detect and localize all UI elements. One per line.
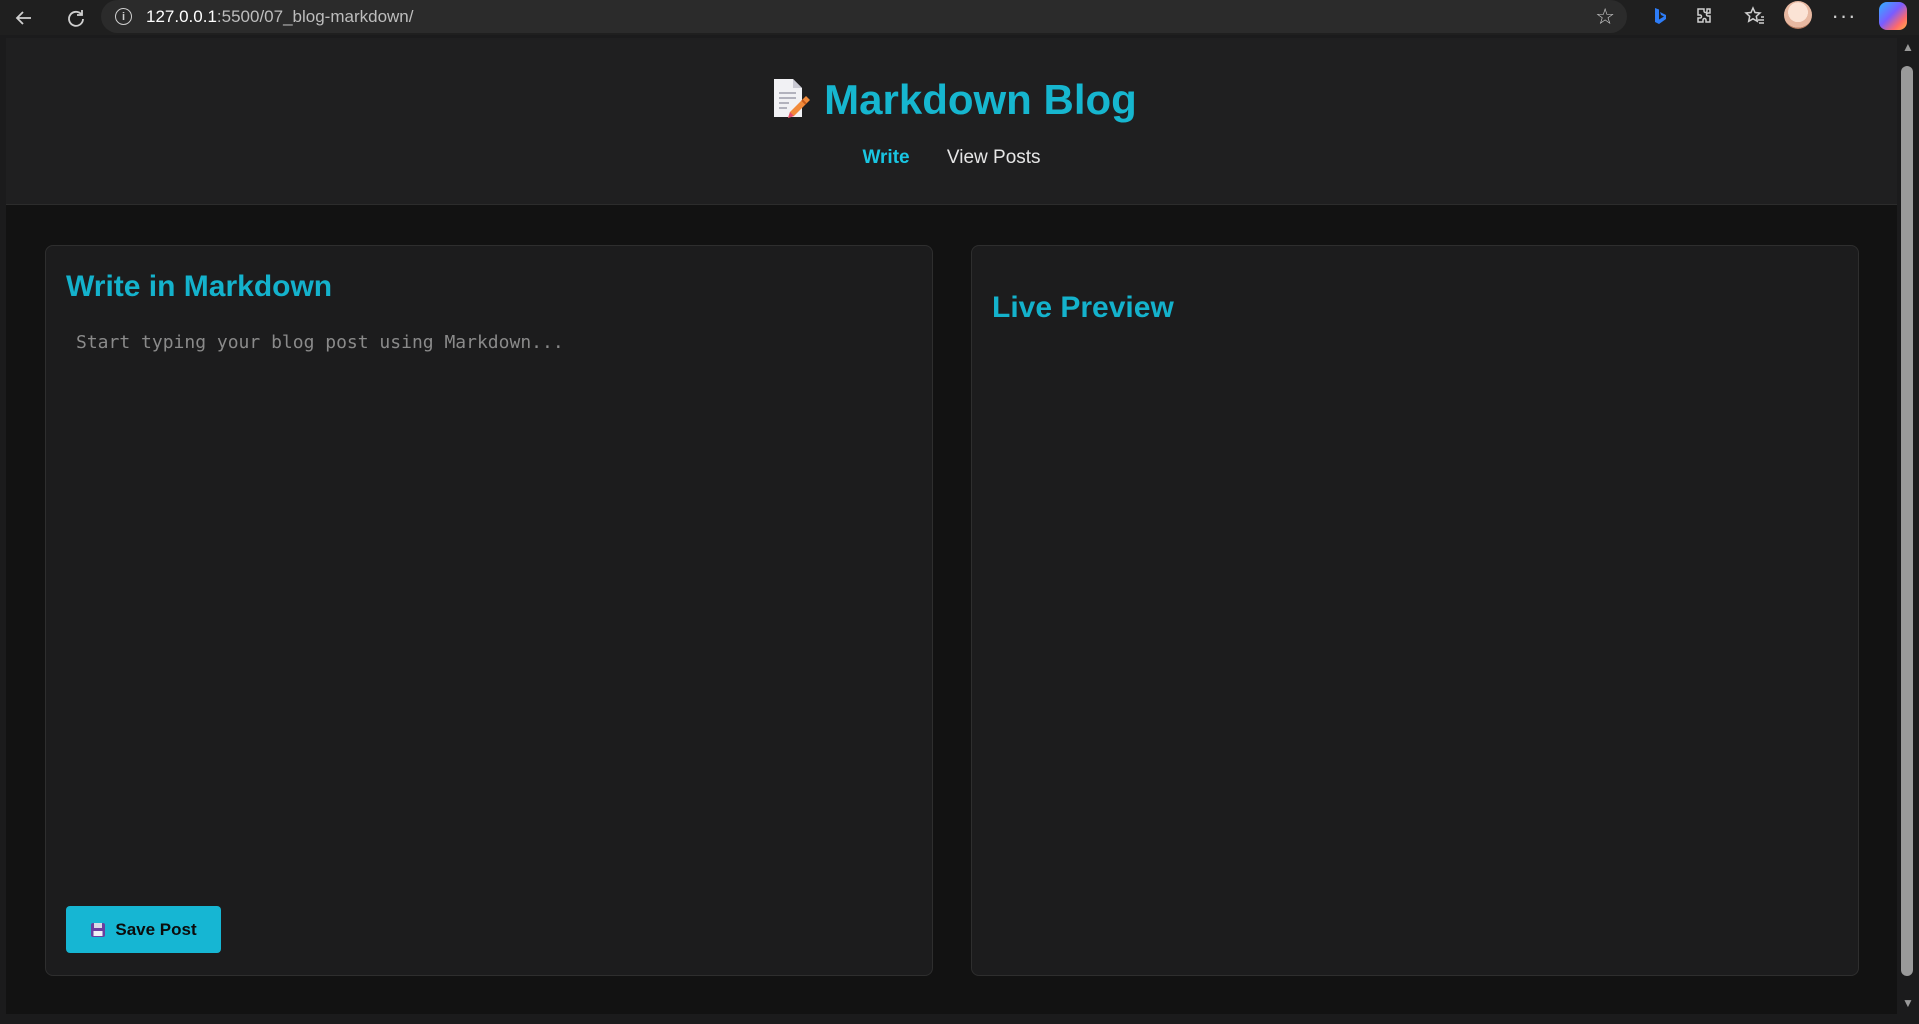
- browser-toolbar: i 127.0.0.1:5500/07_blog-markdown/ ☆ ···: [0, 0, 1919, 35]
- save-post-label: Save Post: [115, 919, 197, 939]
- editor-heading: Write in Markdown: [66, 270, 333, 303]
- favorite-star-icon[interactable]: ☆: [1595, 4, 1615, 30]
- extensions-icon[interactable]: [1688, 1, 1720, 31]
- preview-panel: Live Preview: [971, 245, 1859, 976]
- floppy-disk-icon: [90, 922, 106, 938]
- more-options-icon[interactable]: ···: [1828, 1, 1860, 31]
- scrollbar-thumb[interactable]: [1901, 66, 1913, 976]
- url-path: :5500/07_blog-markdown/: [216, 6, 414, 26]
- reload-icon[interactable]: [58, 3, 94, 33]
- site-header: Markdown Blog Write View Posts: [6, 38, 1897, 205]
- site-title-text: Markdown Blog: [824, 76, 1137, 123]
- preview-heading: Live Preview: [992, 291, 1174, 324]
- main-nav: Write View Posts: [6, 147, 1897, 169]
- editor-panel: Write in Markdown Save Post: [45, 245, 933, 976]
- address-bar[interactable]: i 127.0.0.1:5500/07_blog-markdown/ ☆: [101, 0, 1627, 33]
- scroll-down-arrow-icon[interactable]: ▼: [1902, 996, 1914, 1010]
- bing-icon[interactable]: [1644, 1, 1676, 31]
- profile-avatar[interactable]: [1784, 1, 1812, 29]
- favorites-icon[interactable]: [1739, 1, 1771, 31]
- site-title: Markdown Blog: [6, 76, 1897, 124]
- page-scrollbar[interactable]: ▲ ▼: [1897, 38, 1919, 1014]
- copilot-icon[interactable]: [1879, 2, 1907, 30]
- site-info-icon[interactable]: i: [115, 8, 132, 25]
- markdown-editor-input[interactable]: [66, 326, 912, 846]
- page-viewport: Markdown Blog Write View Posts Write in …: [6, 38, 1897, 1014]
- scroll-up-arrow-icon[interactable]: ▲: [1902, 40, 1914, 54]
- nav-link-view-posts[interactable]: View Posts: [947, 147, 1041, 168]
- window-bottom-edge: [0, 1014, 1919, 1024]
- nav-link-write[interactable]: Write: [862, 147, 909, 168]
- memo-icon: [766, 76, 811, 120]
- back-arrow-icon[interactable]: [6, 3, 42, 33]
- url-host: 127.0.0.1: [146, 6, 217, 26]
- save-post-button[interactable]: Save Post: [66, 906, 221, 953]
